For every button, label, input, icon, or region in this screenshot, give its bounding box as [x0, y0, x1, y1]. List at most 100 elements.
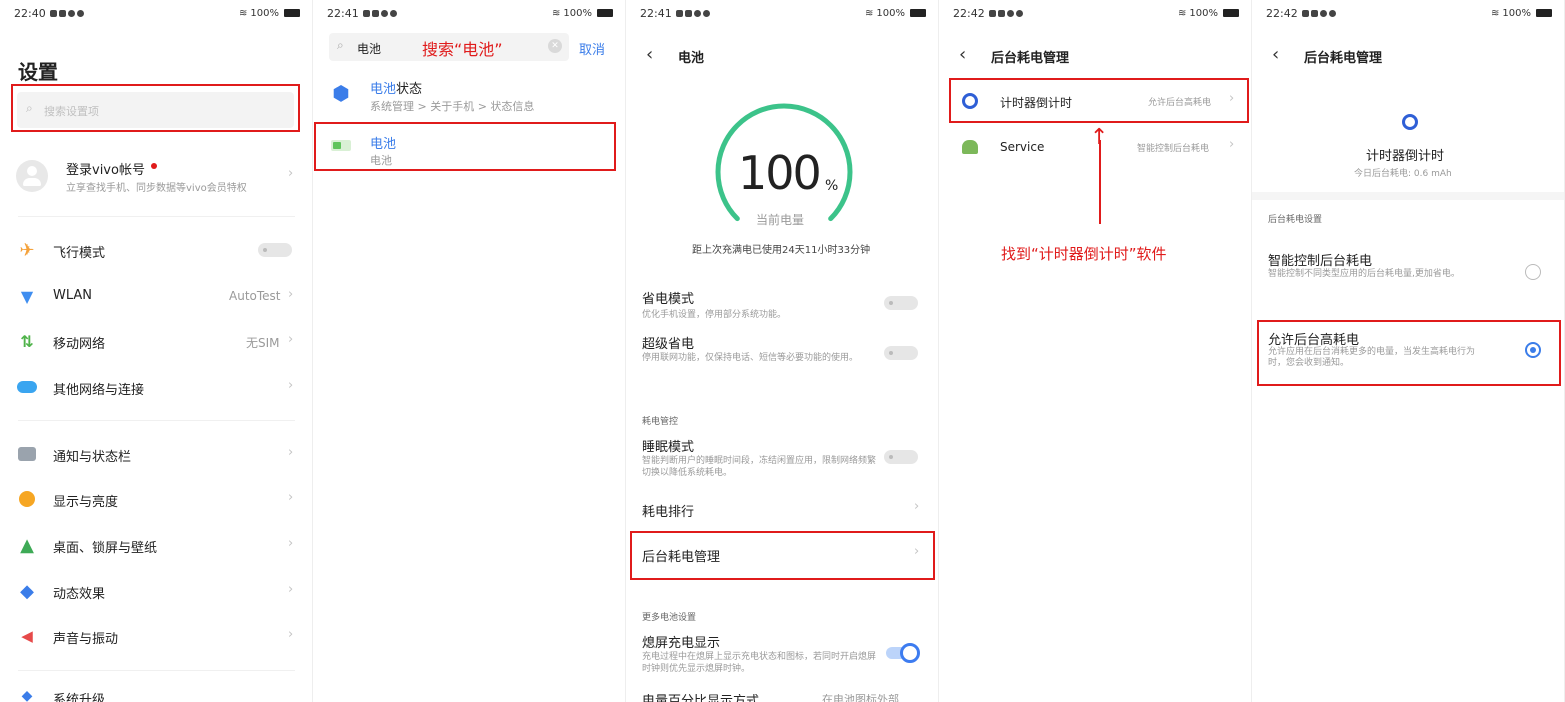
row-subtitle: 智能判断用户的睡眠时间段，冻结闲置应用，限制网络频繁切换以降低系统耗电。 — [642, 456, 877, 478]
radio-unselected[interactable] — [1525, 264, 1541, 280]
row-airplane[interactable]: ✈ 飞行模式 — [0, 232, 312, 268]
row-title: 电量百分比显示方式 — [642, 694, 760, 702]
option-smart-control[interactable]: 智能控制后台耗电 智能控制不同类型应用的后台耗电量,更加省电。 — [1252, 246, 1564, 302]
battery-percent: 100% — [563, 7, 592, 19]
battery-percent-unit: % — [825, 178, 839, 194]
airplane-toggle[interactable] — [258, 243, 292, 257]
chevron-right-icon: › — [288, 378, 294, 393]
airplane-icon: ✈ — [19, 239, 35, 261]
row-notification[interactable]: 通知与状态栏 › — [0, 436, 312, 472]
row-title: 睡眠模式 — [642, 440, 695, 455]
current-level-label: 当前电量 — [756, 213, 805, 227]
back-arrow-icon[interactable]: ‹ — [646, 44, 653, 65]
screen-off-charge-toggle[interactable] — [886, 643, 920, 663]
row-label: 显示与亮度 — [53, 495, 119, 510]
row-label: 其他网络与连接 — [53, 383, 145, 398]
row-sound[interactable]: ◀ 声音与振动 › — [0, 618, 312, 654]
battery-icon — [1223, 9, 1239, 17]
back-arrow-icon[interactable]: ‹ — [959, 44, 966, 65]
chevron-right-icon: › — [288, 490, 294, 505]
battery-icon — [597, 9, 613, 17]
notification-icons — [362, 9, 397, 17]
status-bar: 22:42 ≋ 100% — [1266, 6, 1552, 20]
battery-percent-value: 100 — [738, 146, 822, 200]
battery-percent: 100% — [1189, 7, 1218, 19]
row-screen-off-charge[interactable]: 熄屏充电显示 充电过程中在熄屏上显示充电状态和图标，若同时开启熄屏时钟则优先显示… — [626, 628, 938, 680]
battery-percent: 100% — [876, 7, 905, 19]
status-bar: 22:41 ≋ 100% — [640, 6, 926, 20]
section-header: 更多电池设置 — [642, 613, 697, 623]
today-consumption: 今日后台耗电: 0.6 mAh — [1354, 169, 1452, 179]
highlight-box — [314, 122, 616, 171]
page-title: 后台耗电管理 — [991, 51, 1070, 66]
status-bar: 22:40 ≋ 100% — [14, 6, 300, 20]
row-title: 耗电排行 — [642, 505, 695, 520]
wifi-icon: ≋ — [239, 7, 248, 19]
status-time: 22:42 — [1266, 6, 1298, 20]
chevron-right-icon: › — [914, 499, 920, 514]
clear-icon[interactable]: ✕ — [548, 39, 562, 53]
update-icon: ◆ — [21, 688, 33, 702]
chevron-right-icon: › — [288, 332, 294, 347]
panel-search: 22:41 ≋ 100% ⌕ 电池 ✕ 搜索“电池” 取消 ⬢ 电池状态 系统管理… — [313, 0, 626, 702]
row-label: 系统升级 — [53, 693, 106, 702]
app-setting-value: 智能控制后台耗电 — [1137, 144, 1210, 154]
divider — [1252, 192, 1564, 200]
row-label: WLAN — [53, 288, 93, 303]
network-icon — [16, 376, 38, 398]
row-value: 在电池图标外部 — [822, 694, 899, 702]
panel-settings: 22:40 ≋ 100% 设置 ⌕ 搜索设置项 登录vivo帐号 立享查找手机、同… — [0, 0, 313, 702]
power-save-toggle[interactable] — [884, 296, 918, 310]
row-value: AutoTest — [229, 289, 281, 303]
row-title: 省电模式 — [642, 292, 695, 307]
status-time: 22:40 — [14, 6, 46, 20]
badge-dot — [151, 163, 157, 169]
result-title-highlight: 电池 — [370, 82, 397, 97]
cancel-button[interactable]: 取消 — [579, 39, 605, 58]
animation-icon: ◆ — [20, 580, 34, 602]
highlight-box — [949, 78, 1249, 123]
status-time: 22:41 — [640, 6, 672, 20]
row-mobile[interactable]: ⇅ 移动网络 无SIM › — [0, 323, 312, 359]
row-wlan[interactable]: ▼ WLAN AutoTest › — [0, 278, 312, 314]
row-percent-display[interactable]: 电量百分比显示方式 在电池图标外部 — [626, 694, 938, 702]
result-battery-status[interactable]: ⬢ 电池状态 系统管理 > 关于手机 > 状态信息 — [313, 72, 625, 118]
chevron-right-icon: › — [1229, 137, 1235, 152]
notification-icons — [988, 9, 1023, 17]
chevron-right-icon: › — [288, 445, 294, 460]
row-sleep-mode[interactable]: 睡眠模式 智能判断用户的睡眠时间段，冻结闲置应用，限制网络频繁切换以降低系统耗电… — [626, 432, 938, 484]
section-header: 耗电管控 — [642, 417, 679, 427]
back-arrow-icon[interactable]: ‹ — [1272, 44, 1279, 65]
row-label: 通知与状态栏 — [53, 450, 132, 465]
notification-icons — [1301, 9, 1336, 17]
account-row[interactable]: 登录vivo帐号 立享查找手机、同步数据等vivo会员特权 › — [0, 148, 312, 206]
wifi-icon: ≋ — [1178, 7, 1187, 19]
row-system-update[interactable]: ◆ 系统升级 — [0, 688, 312, 702]
status-bar: 22:42 ≋ 100% — [953, 6, 1239, 20]
row-other-network[interactable]: 其他网络与连接 › — [0, 369, 312, 405]
divider — [18, 420, 295, 421]
battery-icon — [910, 9, 926, 17]
battery-icon — [1536, 9, 1552, 17]
chevron-right-icon: › — [288, 166, 294, 181]
super-save-toggle[interactable] — [884, 346, 918, 360]
row-display[interactable]: 显示与亮度 › — [0, 481, 312, 517]
chevron-right-icon: › — [288, 582, 294, 597]
highlight-box — [11, 84, 300, 132]
row-power-ranking[interactable]: 耗电排行 › — [626, 496, 938, 522]
chevron-right-icon: › — [288, 627, 294, 642]
brightness-icon — [16, 488, 38, 510]
row-wallpaper[interactable]: ▲ 桌面、锁屏与壁纸 › — [0, 527, 312, 563]
row-super-save[interactable]: 超级省电 停用联网功能，仅保持电话、短信等必要功能的使用。 — [626, 330, 938, 380]
android-icon — [960, 138, 980, 156]
divider — [18, 216, 295, 217]
wallpaper-icon: ▲ — [20, 534, 34, 556]
section-header: 后台耗电设置 — [1268, 215, 1323, 225]
app-name: Service — [1000, 140, 1045, 154]
row-animation[interactable]: ◆ 动态效果 › — [0, 573, 312, 609]
sleep-mode-toggle[interactable] — [884, 450, 918, 464]
row-value: 无SIM — [246, 336, 280, 350]
since-full-charge: 距上次充满电已使用24天11小时33分钟 — [692, 245, 871, 256]
row-power-save[interactable]: 省电模式 优化手机设置，停用部分系统功能。 — [626, 284, 938, 324]
annotation-search: 搜索“电池” — [422, 40, 503, 59]
